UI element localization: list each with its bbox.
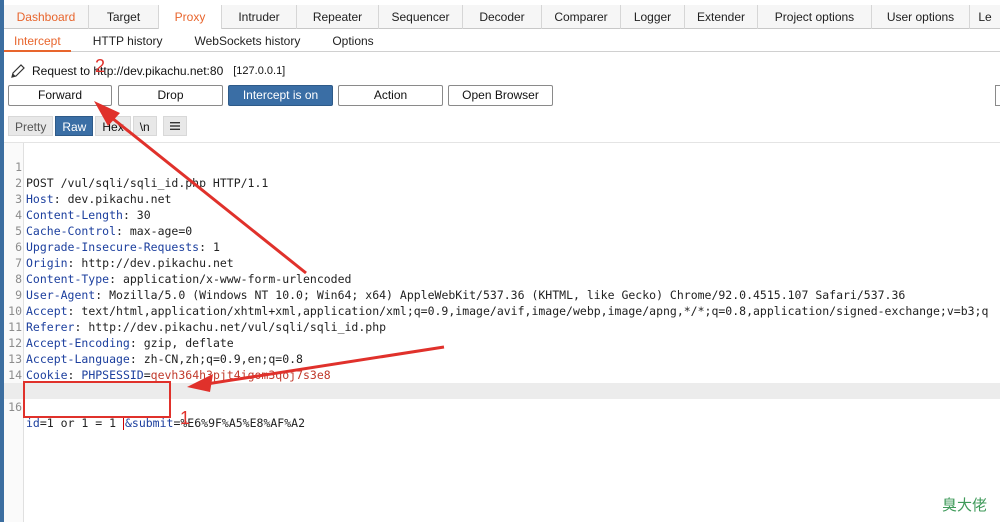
intercept-toggle-button[interactable]: Intercept is on xyxy=(228,85,333,106)
tab-extender[interactable]: Extender xyxy=(685,5,758,29)
tab-decoder[interactable]: Decoder xyxy=(463,5,542,29)
header-user-agent: 8 User-Agent: Mozilla/5.0 (Windows NT 10… xyxy=(15,272,906,302)
request-target-line: Request to http://dev.pikachu.net:80 [12… xyxy=(10,62,285,80)
request-line: 1 POST /vul/sqli/sqli_id.php HTTP/1.1 xyxy=(15,160,269,190)
tab-learn[interactable]: Le xyxy=(970,5,1000,29)
request-ip: [127.0.0.1] xyxy=(233,65,286,77)
proxy-sub-tab-bar: Intercept HTTP history WebSockets histor… xyxy=(4,30,1000,52)
tab-logger[interactable]: Logger xyxy=(621,5,685,29)
annotation-label-2: 2 xyxy=(95,56,106,76)
open-browser-button[interactable]: Open Browser xyxy=(448,85,553,106)
hex-view-button[interactable]: Hex xyxy=(95,116,131,136)
tab-intruder[interactable]: Intruder xyxy=(222,5,297,29)
tab-comparer[interactable]: Comparer xyxy=(542,5,621,29)
tab-user-options[interactable]: User options xyxy=(872,5,970,29)
message-editor-toolbar: Pretty Raw Hex \n xyxy=(8,116,187,138)
header-accept-language: 12 Accept-Language: zh-CN,zh;q=0.9,en;q=… xyxy=(8,336,303,366)
tab-project-options[interactable]: Project options xyxy=(758,5,872,29)
main-tab-bar: Dashboard Target Proxy Intruder Repeater… xyxy=(4,5,1000,29)
header-accept: 9 Accept: text/html,application/xhtml+xm… xyxy=(15,288,989,318)
request-target: Request to http://dev.pikachu.net:80 xyxy=(32,64,224,78)
tab-target[interactable]: Target xyxy=(89,5,159,29)
forward-button[interactable]: Forward xyxy=(8,85,112,106)
subtab-intercept[interactable]: Intercept xyxy=(4,30,71,52)
pretty-view-button[interactable]: Pretty xyxy=(8,116,54,136)
action-button[interactable]: Action xyxy=(338,85,443,106)
header-accept-encoding: 11 Accept-Encoding: gzip, deflate xyxy=(8,320,234,350)
header-content-length: 3 Content-Length: 30 xyxy=(15,192,151,222)
tab-repeater[interactable]: Repeater xyxy=(297,5,379,29)
header-content-type: 7 Content-Type: application/x-www-form-u… xyxy=(15,256,352,286)
request-body-line[interactable]: 16 id=1 or 1 = 1 &submit=%E6%9F%A5%E8%AF… xyxy=(4,383,1000,430)
subtab-http-history[interactable]: HTTP history xyxy=(71,30,175,52)
tab-proxy[interactable]: Proxy xyxy=(159,5,222,29)
editor-menu-button[interactable] xyxy=(162,116,187,136)
subtab-websockets-history[interactable]: WebSockets history xyxy=(175,30,313,52)
tab-dashboard[interactable]: Dashboard xyxy=(4,5,89,29)
raw-request-editor[interactable]: 1 POST /vul/sqli/sqli_id.php HTTP/1.1 2 … xyxy=(4,142,1000,522)
hamburger-icon xyxy=(169,122,180,130)
header-cookie: 13 Cookie: PHPSESSID=qevh364h3pjt4igom3q… xyxy=(8,352,331,382)
tab-sequencer[interactable]: Sequencer xyxy=(379,5,463,29)
header-referer: 10 Referer: http://dev.pikachu.net/vul/s… xyxy=(8,304,387,334)
cutoff-button[interactable] xyxy=(995,85,1000,106)
show-newlines-button[interactable]: \n xyxy=(132,116,157,136)
drop-button[interactable]: Drop xyxy=(118,85,223,106)
raw-view-button[interactable]: Raw xyxy=(55,116,94,136)
subtab-options[interactable]: Options xyxy=(312,30,383,52)
pencil-icon[interactable] xyxy=(10,63,26,79)
header-connection: 14 Connection: close xyxy=(8,368,144,398)
blank-line: 15 xyxy=(4,367,1000,398)
watermark-text: 臭大佬 xyxy=(942,496,988,514)
header-cache-control: 4 Cache-Control: max-age=0 xyxy=(15,208,193,238)
header-host: 2 Host: dev.pikachu.net xyxy=(15,176,172,206)
annotation-label-1: 1 xyxy=(180,408,191,428)
header-origin: 6 Origin: http://dev.pikachu.net xyxy=(15,240,234,270)
text-caret xyxy=(122,417,124,430)
header-upgrade-insecure-requests: 5 Upgrade-Insecure-Requests: 1 xyxy=(15,224,220,254)
